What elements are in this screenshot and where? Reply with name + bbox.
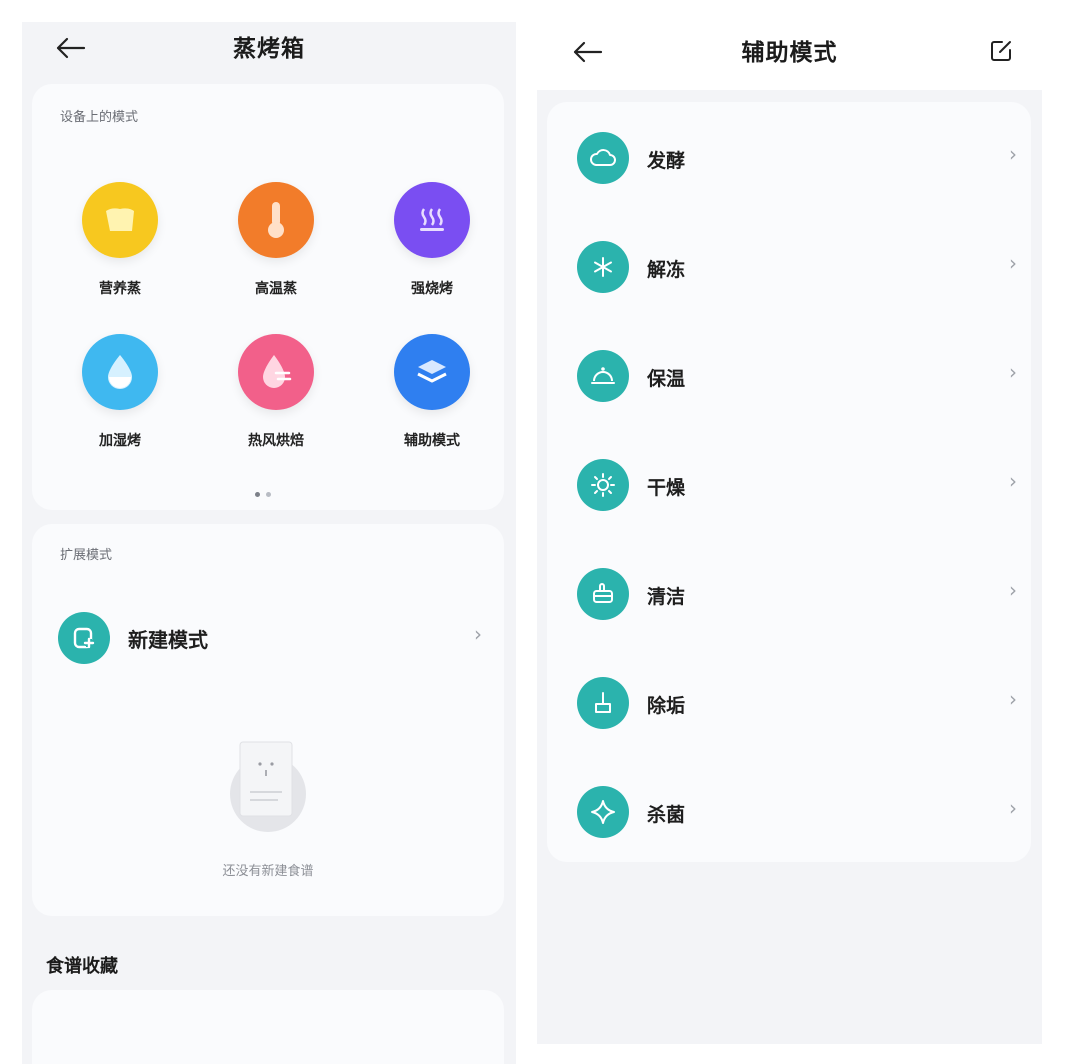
auxiliary-panel: 发酵 › 解冻 › 保温 › 干燥 › 清洁 › 除垢 › 杀菌 › — [537, 90, 1042, 1044]
extended-modes-label: 扩展模式 — [60, 548, 113, 563]
mode-nutrition-steam[interactable]: 营养蒸 — [60, 182, 180, 298]
mode-label: 热风烘焙 — [248, 433, 304, 449]
extended-modes-card: 扩展模式 新建模式 › 还没有新建食谱 — [32, 524, 504, 916]
chevron-right-icon: › — [1009, 578, 1017, 602]
aux-item-label: 干燥 — [647, 477, 686, 499]
add-mode-icon — [58, 612, 110, 664]
dish-cover-icon — [577, 350, 629, 402]
mode-label: 辅助模式 — [404, 433, 460, 449]
layers-icon — [394, 334, 470, 410]
page-dot — [266, 492, 271, 497]
page-title: 蒸烤箱 — [233, 36, 305, 62]
chevron-right-icon: › — [474, 622, 482, 646]
broom-icon — [577, 677, 629, 729]
chevron-right-icon: › — [1009, 360, 1017, 384]
mode-label: 营养蒸 — [99, 281, 141, 297]
chevron-right-icon: › — [1009, 796, 1017, 820]
mode-auxiliary[interactable]: 辅助模式 — [372, 334, 492, 450]
mode-label: 加湿烤 — [99, 433, 141, 449]
sun-icon — [577, 459, 629, 511]
steam-bread-icon — [82, 182, 158, 258]
new-mode-label: 新建模式 — [128, 628, 208, 652]
oven-panel: 设备上的模式 营养蒸 高温蒸 强烧烤 加湿烤 热风烘焙 辅助模式 扩展模式 新建… — [22, 22, 516, 1064]
mode-hot-air-bake[interactable]: 热风烘焙 — [216, 334, 336, 450]
aux-header: 辅助模式 — [537, 22, 1042, 82]
aux-item-dry[interactable]: 干燥 › — [577, 455, 1017, 515]
aux-item-label: 清洁 — [647, 586, 686, 608]
aux-item-sterilize[interactable]: 杀菌 › — [577, 782, 1017, 842]
empty-recipe-text: 还没有新建食谱 — [222, 864, 314, 879]
aux-item-label: 保温 — [647, 368, 686, 390]
aux-item-label: 除垢 — [647, 695, 686, 717]
hot-air-drop-icon — [238, 334, 314, 410]
chevron-right-icon: › — [1009, 469, 1017, 493]
aux-item-ferment[interactable]: 发酵 › — [577, 128, 1017, 188]
aux-item-label: 发酵 — [647, 150, 686, 172]
oven-header: 蒸烤箱 — [22, 22, 516, 82]
chevron-right-icon: › — [1009, 251, 1017, 275]
mode-label: 高温蒸 — [255, 281, 297, 297]
mode-label: 强烧烤 — [411, 281, 453, 297]
cleaning-icon — [577, 568, 629, 620]
snowflake-icon — [577, 241, 629, 293]
aux-item-keep-warm[interactable]: 保温 › — [577, 346, 1017, 406]
device-modes-label: 设备上的模式 — [60, 110, 139, 125]
chevron-right-icon: › — [1009, 687, 1017, 711]
empty-recipe-illustration — [228, 730, 308, 840]
chevron-right-icon: › — [1009, 142, 1017, 166]
favorites-card — [32, 990, 504, 1064]
cloud-icon — [577, 132, 629, 184]
grill-heat-icon — [394, 182, 470, 258]
page-indicator — [252, 482, 274, 501]
aux-modes-card: 发酵 › 解冻 › 保温 › 干燥 › 清洁 › 除垢 › 杀菌 › — [547, 102, 1031, 862]
device-modes-card: 设备上的模式 营养蒸 高温蒸 强烧烤 加湿烤 热风烘焙 辅助模式 — [32, 84, 504, 510]
new-mode-row[interactable]: 新建模式 › — [58, 608, 482, 668]
mode-high-temp-steam[interactable]: 高温蒸 — [216, 182, 336, 298]
mode-humid-roast[interactable]: 加湿烤 — [60, 334, 180, 450]
aux-item-label: 解冻 — [647, 259, 686, 281]
page-title: 辅助模式 — [741, 40, 838, 66]
page-dot — [255, 492, 260, 497]
aux-item-label: 杀菌 — [647, 804, 686, 826]
sparkle-icon — [577, 786, 629, 838]
aux-item-descale[interactable]: 除垢 › — [577, 673, 1017, 733]
water-drop-icon — [82, 334, 158, 410]
aux-item-clean[interactable]: 清洁 › — [577, 564, 1017, 624]
favorites-heading: 食谱收藏 — [46, 956, 118, 977]
edit-icon[interactable] — [988, 38, 1014, 64]
aux-item-thaw[interactable]: 解冻 › — [577, 237, 1017, 297]
mode-strong-grill[interactable]: 强烧烤 — [372, 182, 492, 298]
thermometer-icon — [238, 182, 314, 258]
